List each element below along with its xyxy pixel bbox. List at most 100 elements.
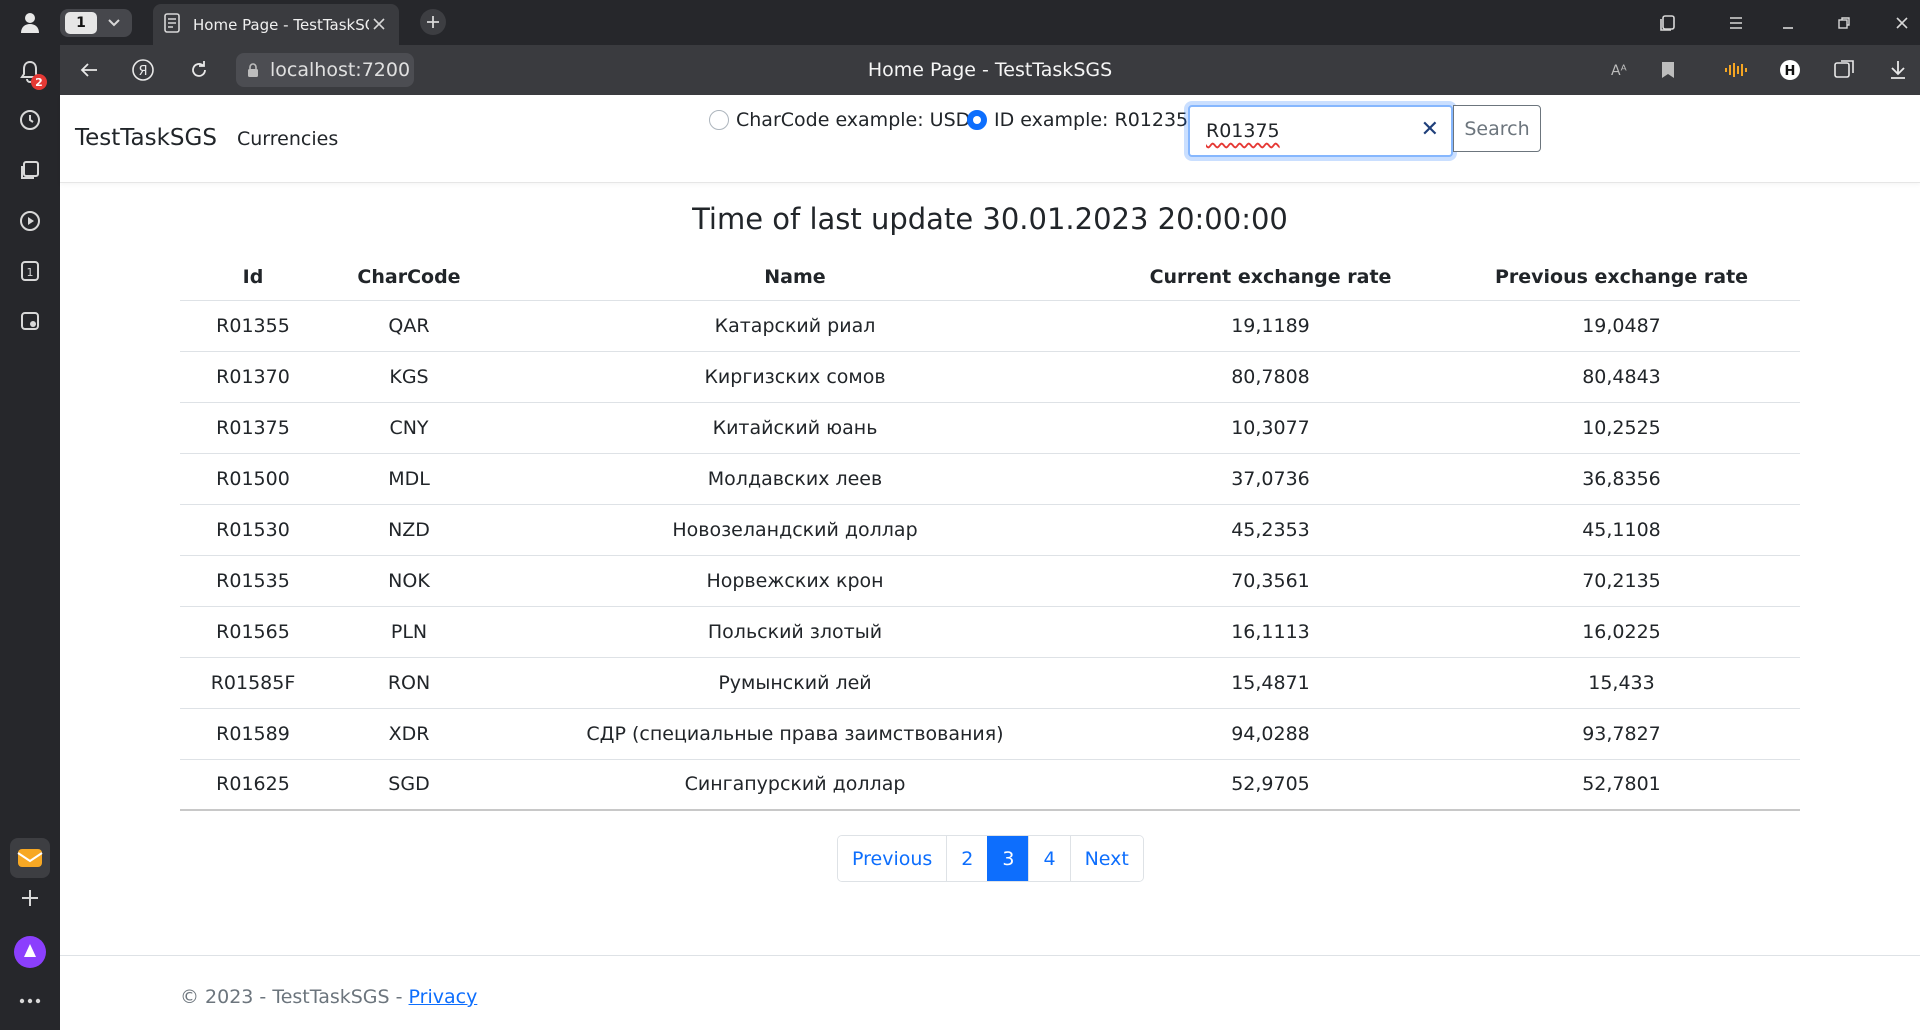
table-cell: MDL bbox=[326, 453, 492, 505]
table-cell: R01370 bbox=[180, 351, 326, 403]
table-cell: R01625 bbox=[180, 759, 326, 811]
video-icon[interactable] bbox=[12, 203, 48, 239]
minimize-icon[interactable] bbox=[1776, 12, 1800, 34]
table-cell: 80,7808 bbox=[1098, 351, 1443, 403]
new-tab-icon[interactable] bbox=[420, 9, 446, 35]
back-icon[interactable] bbox=[76, 57, 102, 83]
mail-app-icon[interactable] bbox=[10, 838, 50, 878]
table-row: R01565 PLN Польский злотый 16,1113 16,0225 bbox=[180, 606, 1800, 658]
lock-icon bbox=[246, 62, 260, 78]
radio-id[interactable]: ID example: R01235 bbox=[967, 109, 1188, 131]
table-cell: 45,1108 bbox=[1443, 504, 1800, 556]
search-button[interactable]: Search bbox=[1453, 105, 1541, 152]
url-field[interactable]: localhost:7200 bbox=[236, 53, 414, 87]
table-cell: NZD bbox=[326, 504, 492, 556]
bookmarks-panel-icon[interactable] bbox=[1656, 12, 1680, 34]
pagination-page-4[interactable]: 4 bbox=[1028, 836, 1070, 881]
translate-icon[interactable]: Aᴬ bbox=[1610, 58, 1634, 82]
svg-text:H: H bbox=[1785, 64, 1796, 79]
table-cell: 52,7801 bbox=[1443, 759, 1800, 811]
table-cell: 70,2135 bbox=[1443, 555, 1800, 607]
radio-charcode[interactable]: CharCode example: USD bbox=[709, 109, 970, 131]
tab-counter-button[interactable]: 1 bbox=[60, 9, 132, 37]
table-cell: Китайский юань bbox=[492, 402, 1098, 454]
tabs-counter-icon[interactable]: 1 bbox=[12, 253, 48, 289]
reload-icon[interactable] bbox=[186, 57, 212, 83]
table-cell: 19,0487 bbox=[1443, 300, 1800, 352]
table-cell: 37,0736 bbox=[1098, 453, 1443, 505]
radio-charcode-label: CharCode example: USD bbox=[736, 109, 971, 131]
bookmark-icon[interactable] bbox=[1656, 58, 1680, 82]
radio-charcode-circle[interactable] bbox=[709, 110, 729, 130]
more-icon[interactable] bbox=[12, 983, 48, 1019]
pagination-next[interactable]: Next bbox=[1069, 836, 1143, 881]
table-row: R01589 XDR СДР (специальные права заимство… bbox=[180, 708, 1800, 760]
yandex-icon[interactable]: Я bbox=[130, 57, 156, 83]
table-cell: 15,433 bbox=[1443, 657, 1800, 709]
tab-home-page[interactable]: Home Page - TestTaskSGS bbox=[153, 4, 399, 45]
table-cell: KGS bbox=[326, 351, 492, 403]
add-app-icon[interactable] bbox=[12, 880, 48, 916]
clear-search-icon[interactable]: ✕ bbox=[1421, 117, 1439, 142]
pagination-page-2[interactable]: 2 bbox=[946, 836, 988, 881]
table-row: R01530 NZD Новозеландский доллар 45,2353 45,… bbox=[180, 504, 1800, 556]
brand-link[interactable]: TestTaskSGS bbox=[75, 125, 217, 151]
search-input[interactable]: R01375 ✕ bbox=[1188, 105, 1453, 157]
collections-icon[interactable] bbox=[12, 152, 48, 188]
table-cell: Норвежских крон bbox=[492, 555, 1098, 607]
table-cell: 15,4871 bbox=[1098, 657, 1443, 709]
chevron-down-icon bbox=[104, 15, 124, 31]
table-cell: 10,2525 bbox=[1443, 402, 1800, 454]
radio-id-label: ID example: R01235 bbox=[994, 109, 1189, 131]
notification-badge: 2 bbox=[31, 74, 47, 90]
browser-sidebar: 2 1 bbox=[0, 0, 60, 1030]
table-cell: R01589 bbox=[180, 708, 326, 760]
web-content: TestTaskSGS Currencies CharCode example:… bbox=[60, 95, 1920, 1030]
profile-icon[interactable] bbox=[12, 5, 48, 41]
column-header: Current exchange rate bbox=[1098, 255, 1443, 301]
table-row: R01500 MDL Молдавских леев 37,0736 36,8356 bbox=[180, 453, 1800, 505]
pagination: Previous 2 3 4 Next bbox=[837, 835, 1144, 882]
column-header: Name bbox=[492, 255, 1098, 301]
close-window-icon[interactable] bbox=[1890, 12, 1914, 34]
address-bar: Home Page - TestTaskSGS Я localhost:7200… bbox=[60, 45, 1920, 95]
url-text: localhost:7200 bbox=[270, 59, 411, 81]
footer: © 2023 - TestTaskSGS - Privacy bbox=[60, 955, 1920, 1030]
notifications-icon[interactable]: 2 bbox=[12, 54, 48, 90]
extension-h-icon[interactable]: H bbox=[1778, 58, 1802, 82]
table-row: R01370 KGS Киргизских сомов 80,7808 80,4843 bbox=[180, 351, 1800, 403]
page-icon bbox=[163, 12, 181, 37]
pagination-page-3[interactable]: 3 bbox=[987, 836, 1029, 881]
history-icon[interactable] bbox=[12, 102, 48, 138]
table-cell: PLN bbox=[326, 606, 492, 658]
table-header-row: Id CharCode Name Current exchange rate P… bbox=[180, 255, 1800, 301]
audio-icon[interactable] bbox=[1724, 58, 1750, 82]
table-cell: 19,1189 bbox=[1098, 300, 1443, 352]
site-navbar: TestTaskSGS Currencies CharCode example:… bbox=[60, 95, 1920, 183]
tab-title: Home Page - TestTaskSGS bbox=[193, 15, 369, 34]
close-tab-icon[interactable] bbox=[371, 16, 387, 32]
column-header: Previous exchange rate bbox=[1443, 255, 1800, 301]
svg-text:Я: Я bbox=[138, 64, 147, 79]
alice-assistant-icon[interactable] bbox=[12, 934, 48, 970]
privacy-link[interactable]: Privacy bbox=[409, 986, 478, 1008]
table-cell: 80,4843 bbox=[1443, 351, 1800, 403]
svg-text:Aᴬ: Aᴬ bbox=[1611, 63, 1627, 79]
reader-icon[interactable] bbox=[1832, 58, 1856, 82]
radio-id-circle[interactable] bbox=[967, 110, 987, 130]
menu-icon[interactable] bbox=[1724, 12, 1748, 34]
restore-icon[interactable] bbox=[1832, 12, 1856, 34]
download-icon[interactable] bbox=[1886, 58, 1910, 82]
table-row: R01375 CNY Китайский юань 10,3077 10,2525 bbox=[180, 402, 1800, 454]
table-cell: Катарский риал bbox=[492, 300, 1098, 352]
column-header: Id bbox=[180, 255, 326, 301]
nav-currencies-link[interactable]: Currencies bbox=[237, 128, 338, 150]
table-cell: XDR bbox=[326, 708, 492, 760]
table-cell: Румынский лей bbox=[492, 657, 1098, 709]
table-cell: NOK bbox=[326, 555, 492, 607]
screenshot-icon[interactable] bbox=[12, 303, 48, 339]
footer-text: © 2023 - TestTaskSGS - Privacy bbox=[180, 986, 477, 1008]
table-cell: Сингапурский доллар bbox=[492, 759, 1098, 811]
table-cell: CNY bbox=[326, 402, 492, 454]
pagination-previous[interactable]: Previous bbox=[838, 836, 947, 881]
